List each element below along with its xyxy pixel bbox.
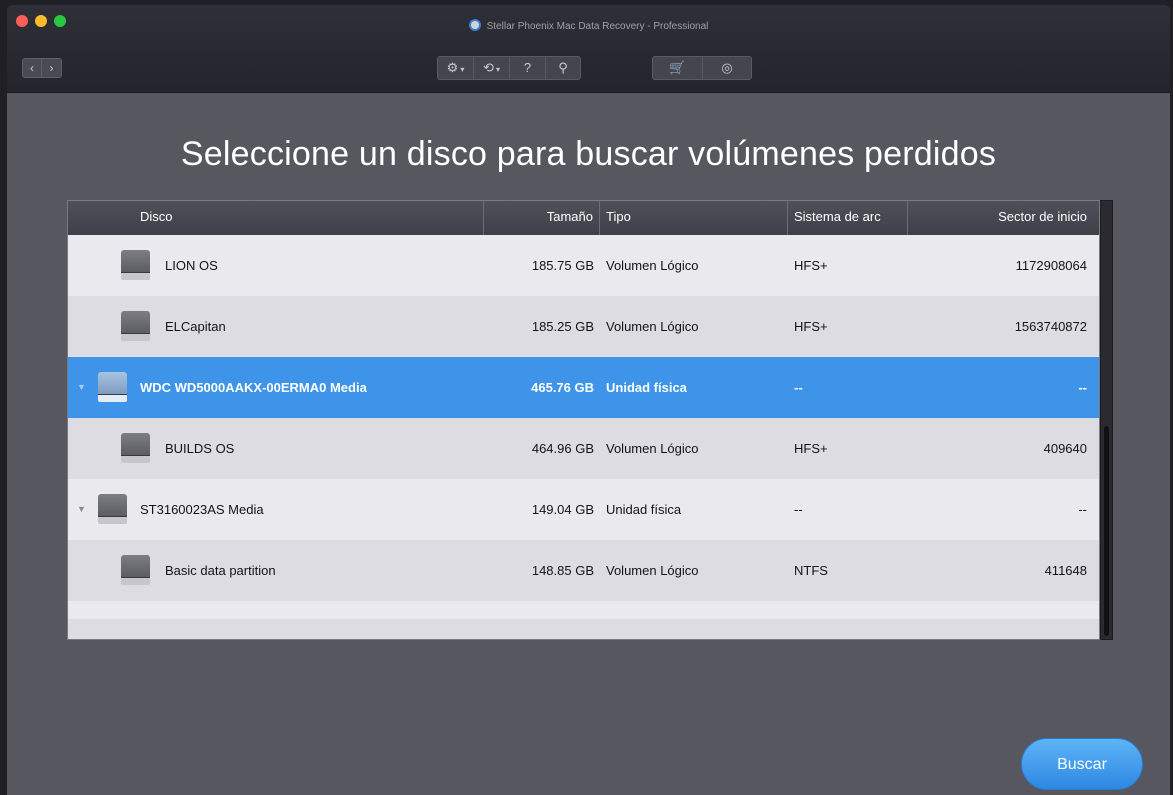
disclosure-triangle-icon[interactable]: ▼ (77, 357, 86, 418)
table-header: Disco Tamaño Tipo Sistema de arc Sector … (68, 201, 1099, 235)
disk-name: ELCapitan (165, 319, 226, 334)
gear-icon: ⚙ (446, 60, 459, 75)
volume-disk-icon (121, 311, 150, 341)
disk-filesystem: -- (794, 502, 803, 517)
chevron-left-icon: ‹ (30, 61, 34, 75)
disk-start-sector: -- (1078, 380, 1087, 395)
scrollbar-thumb[interactable] (1104, 426, 1109, 636)
toolbar-group-main: ⚙ ▾ ⟲ ▾ ? ⚲ (437, 56, 581, 80)
table-body: LION OS 185.75 GB Volumen Lógico HFS+ 11… (68, 235, 1099, 639)
help-button[interactable]: ? (509, 56, 545, 80)
disk-filesystem: NTFS (794, 563, 828, 578)
cart-icon: 🛒 (669, 60, 686, 75)
table-scrollbar[interactable] (1100, 200, 1113, 640)
disk-name: ST3160023AS Media (140, 502, 264, 517)
chevron-down-icon: ▾ (495, 65, 500, 74)
navigation-group: ‹ › (22, 58, 62, 78)
disk-name: LION OS (165, 258, 218, 273)
column-header-tamano[interactable]: Tamaño (484, 201, 600, 235)
disk-type: Volumen Lógico (606, 258, 699, 273)
user-icon: ◎ (721, 60, 733, 75)
table-row[interactable]: LION OS 185.75 GB Volumen Lógico HFS+ 11… (68, 235, 1099, 296)
chevron-down-icon: ▾ (460, 65, 465, 74)
disk-size: 464.96 GB (531, 441, 594, 456)
table-row-selected[interactable]: ▼ WDC WD5000AAKX-00ERMA0 Media 465.76 GB… (68, 357, 1099, 418)
volume-disk-icon (121, 250, 150, 280)
history-icon: ⟲ (483, 60, 494, 75)
column-header-disco[interactable]: Disco (68, 201, 484, 235)
window-title-text: Stellar Phoenix Mac Data Recovery - Prof… (486, 21, 709, 32)
disk-size: 185.25 GB (531, 319, 594, 334)
disk-start-sector: 1172908064 (1015, 258, 1087, 273)
disk-filesystem: HFS+ (794, 258, 828, 273)
disk-type: Volumen Lógico (606, 441, 699, 456)
disk-start-sector: 411648 (1044, 563, 1087, 578)
disk-name: BUILDS OS (165, 441, 235, 456)
question-icon: ? (523, 60, 532, 75)
disk-start-sector: 1563740872 (1014, 319, 1087, 334)
page-title: Seleccione un disco para buscar volúmene… (180, 135, 997, 173)
chevron-right-icon: › (49, 61, 54, 75)
back-button[interactable]: ‹ (22, 58, 42, 78)
buy-button[interactable]: 🛒 (652, 56, 702, 80)
disk-size: 148.85 GB (531, 563, 594, 578)
disk-name: WDC WD5000AAKX-00ERMA0 Media (140, 380, 367, 395)
account-button[interactable]: ◎ (702, 56, 752, 80)
forward-button[interactable]: › (42, 58, 62, 78)
disk-table: Disco Tamaño Tipo Sistema de arc Sector … (67, 200, 1100, 640)
empty-row (68, 601, 1099, 619)
settings-button[interactable]: ⚙ ▾ (437, 56, 473, 80)
disk-size: 465.76 GB (531, 380, 594, 395)
advisor-button[interactable]: ⚲ (545, 56, 581, 80)
volume-disk-icon (121, 433, 150, 463)
column-header-sector[interactable]: Sector de inicio (908, 201, 1099, 235)
title-bar: Stellar Phoenix Mac Data Recovery - Prof… (7, 5, 1170, 93)
disk-filesystem: HFS+ (794, 319, 828, 334)
app-window: Stellar Phoenix Mac Data Recovery - Prof… (7, 5, 1170, 795)
table-row[interactable]: BUILDS OS 464.96 GB Volumen Lógico HFS+ … (68, 418, 1099, 479)
advisor-icon: ⚲ (558, 60, 568, 75)
column-header-tipo[interactable]: Tipo (600, 201, 788, 235)
disk-filesystem: -- (794, 380, 803, 395)
disk-type: Volumen Lógico (606, 319, 699, 334)
table-row[interactable]: ▼ ST3160023AS Media 149.04 GB Unidad fís… (68, 479, 1099, 540)
toolbar-group-account: 🛒 ◎ (652, 56, 752, 80)
search-button[interactable]: Buscar (1021, 738, 1143, 790)
window-title: Stellar Phoenix Mac Data Recovery - Prof… (7, 19, 1170, 32)
disclosure-triangle-icon[interactable]: ▼ (77, 479, 86, 540)
empty-row (68, 619, 1099, 639)
physical-disk-icon (98, 372, 127, 402)
disk-size: 185.75 GB (531, 258, 594, 273)
physical-disk-icon (98, 494, 127, 524)
disk-start-sector: -- (1078, 502, 1087, 517)
volume-disk-icon (121, 555, 150, 585)
disk-type: Unidad física (606, 502, 682, 517)
table-row[interactable]: ELCapitan 185.25 GB Volumen Lógico HFS+ … (68, 296, 1099, 357)
disk-filesystem: HFS+ (794, 441, 828, 456)
disk-type: Volumen Lógico (606, 563, 699, 578)
disk-type: Unidad física (606, 380, 687, 395)
disk-name: Basic data partition (165, 563, 276, 578)
history-button[interactable]: ⟲ ▾ (473, 56, 509, 80)
column-header-sistema[interactable]: Sistema de arc (788, 201, 908, 235)
app-logo-icon (468, 19, 481, 31)
disk-size: 149.04 GB (531, 502, 594, 517)
disk-start-sector: 409640 (1043, 441, 1087, 456)
table-row[interactable]: Basic data partition 148.85 GB Volumen L… (68, 540, 1099, 601)
